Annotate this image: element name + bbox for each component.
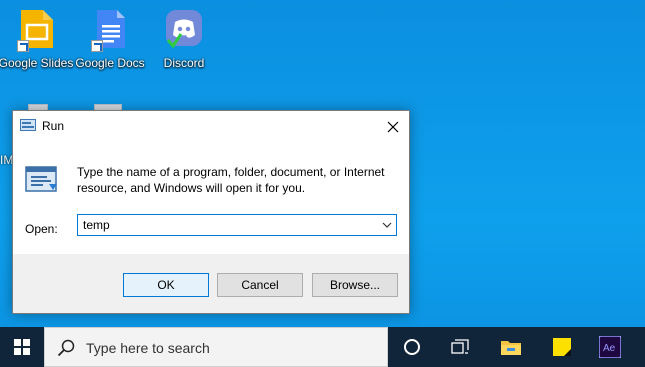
desktop-icon-label: Google Docs [75,56,145,70]
task-view-button[interactable] [438,327,482,367]
taskbar-search-box[interactable]: Type here to search [44,327,388,367]
cortana-button[interactable] [390,327,434,367]
ok-button[interactable]: OK [123,273,209,297]
svg-text:Ae: Ae [603,343,616,354]
browse-button[interactable]: Browse... [312,273,398,297]
dialog-title: Run [42,119,65,133]
shortcut-arrow-icon [91,40,103,52]
sticky-notes-button[interactable] [540,327,584,367]
google-docs-icon [91,8,129,52]
windows-start-icon [14,339,30,355]
search-placeholder: Type here to search [86,340,210,356]
close-button[interactable] [377,111,409,142]
google-slides-icon [17,8,55,52]
sticky-notes-icon [553,338,571,356]
desktop-icon-label: Google Slides [0,56,74,70]
desktop-icon-discord[interactable]: Discord [146,8,222,70]
open-input-value[interactable]: temp [83,218,110,232]
desktop-icon-google-slides[interactable]: Google Slides [0,8,74,70]
dialog-description: Type the name of a program, folder, docu… [77,165,385,195]
run-dialog[interactable]: Run Type the name of a program, folder, … [12,110,410,314]
file-explorer-icon [501,341,521,355]
run-dialog-body: Type the name of a program, folder, docu… [13,142,409,254]
desktop-icon-google-docs[interactable]: Google Docs [72,8,148,70]
search-icon [57,339,75,357]
after-effects-button[interactable]: Ae [588,327,632,367]
chevron-down-icon[interactable] [382,220,392,230]
run-icon [20,119,36,131]
task-view-icon [451,339,469,354]
shortcut-arrow-icon [17,40,29,52]
after-effects-icon: Ae [599,336,621,358]
open-label: Open: [25,222,58,236]
discord-icon [165,8,203,50]
run-dialog-titlebar[interactable]: Run [13,111,409,142]
open-combobox[interactable]: temp [77,214,397,236]
cortana-circle-icon [404,339,420,355]
start-button[interactable] [0,327,44,367]
run-program-icon [25,166,57,192]
cancel-button[interactable]: Cancel [217,273,303,297]
file-explorer-button[interactable] [489,327,533,367]
taskbar: Type here to search Ae [0,327,645,367]
desktop-icon-label: Discord [163,56,205,70]
close-icon [387,121,399,132]
